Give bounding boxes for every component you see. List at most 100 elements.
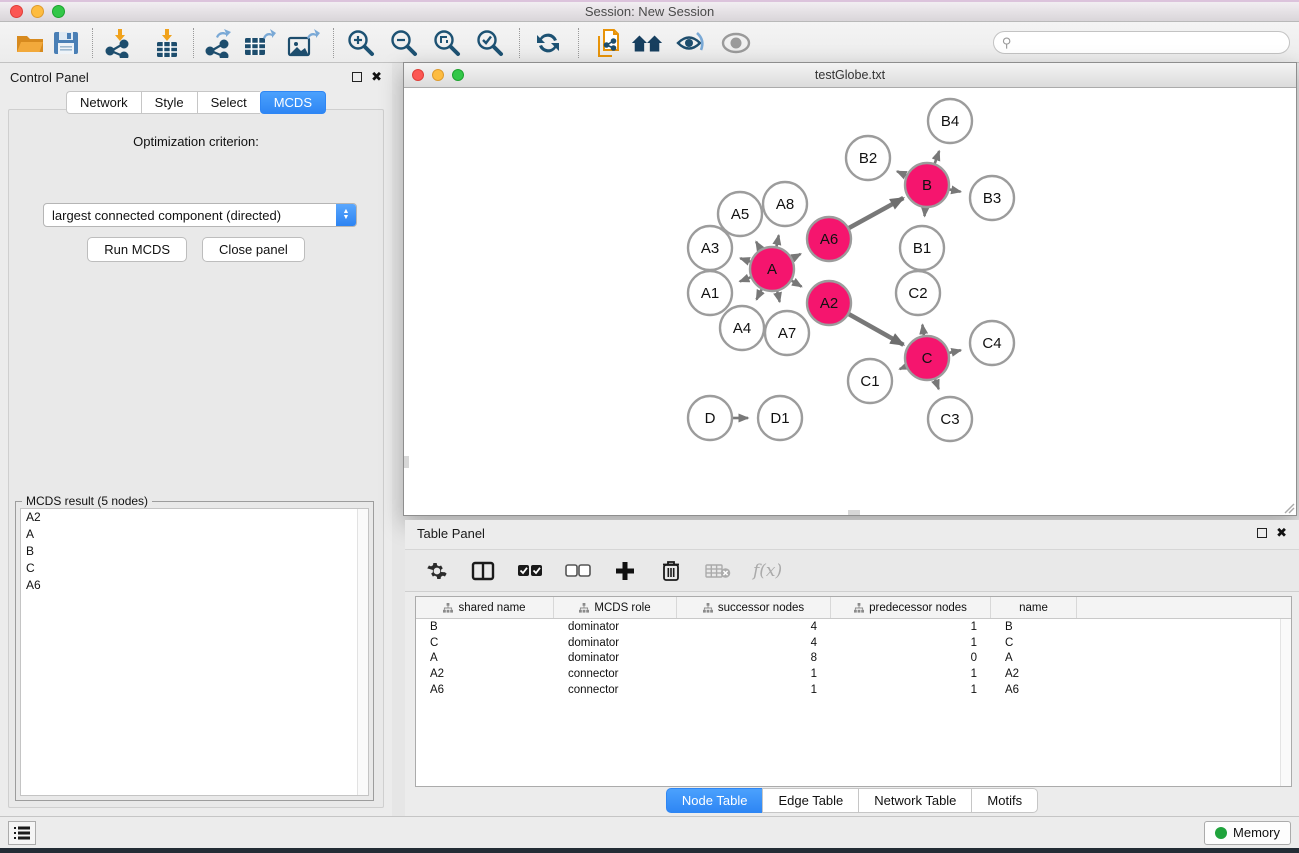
edge-A-A8[interactable] bbox=[776, 235, 778, 247]
table-cell[interactable]: B bbox=[991, 621, 1077, 633]
function-builder-button[interactable]: f(x) bbox=[753, 557, 782, 585]
export-table-button[interactable] bbox=[243, 27, 277, 59]
edge-A-A7[interactable] bbox=[777, 290, 780, 301]
edge-A-A1[interactable] bbox=[740, 277, 752, 282]
table-cell[interactable]: 8 bbox=[677, 652, 831, 664]
mcds-result-item[interactable]: B bbox=[21, 543, 368, 560]
edge-B-B2[interactable] bbox=[897, 171, 907, 176]
show-graphics-details-button[interactable] bbox=[719, 27, 753, 59]
table-cell[interactable]: 1 bbox=[677, 668, 831, 680]
node-C1[interactable]: C1 bbox=[848, 359, 892, 403]
refresh-button[interactable] bbox=[531, 27, 565, 59]
open-file-button[interactable] bbox=[13, 27, 47, 59]
table-cell[interactable]: A6 bbox=[991, 684, 1077, 696]
table-cell[interactable]: A2 bbox=[416, 668, 554, 680]
edge-B-B1[interactable] bbox=[925, 207, 926, 216]
memory-button[interactable]: Memory bbox=[1204, 821, 1291, 845]
search-input[interactable] bbox=[1012, 36, 1289, 50]
edge-B-B4[interactable] bbox=[934, 151, 939, 164]
table-row[interactable]: Bdominator41B bbox=[416, 619, 1291, 635]
zoom-fit-button[interactable] bbox=[430, 27, 464, 59]
table-cell[interactable]: A bbox=[416, 652, 554, 664]
delete-table-button[interactable] bbox=[705, 557, 731, 585]
table-cell[interactable]: A2 bbox=[991, 668, 1077, 680]
node-A4[interactable]: A4 bbox=[720, 306, 764, 350]
edge-B-B3[interactable] bbox=[949, 189, 961, 191]
node-A1[interactable]: A1 bbox=[688, 271, 732, 315]
edge-A-A2[interactable] bbox=[791, 280, 802, 286]
node-A5[interactable]: A5 bbox=[718, 192, 762, 236]
float-panel-icon[interactable] bbox=[352, 72, 362, 82]
mcds-result-item[interactable]: A6 bbox=[21, 577, 368, 594]
home-networks-button[interactable] bbox=[630, 27, 664, 59]
table-cell[interactable]: 4 bbox=[677, 621, 831, 633]
deselect-all-button[interactable] bbox=[565, 557, 591, 585]
table-cell[interactable]: connector bbox=[554, 668, 677, 680]
mcds-result-list[interactable]: A2ABCA6 bbox=[20, 508, 369, 796]
node-B[interactable]: B bbox=[905, 163, 949, 207]
tab-network-table[interactable]: Network Table bbox=[858, 788, 971, 813]
node-D1[interactable]: D1 bbox=[758, 396, 802, 440]
edge-A-A5[interactable] bbox=[756, 242, 761, 250]
table-scrollbar[interactable] bbox=[1280, 619, 1291, 786]
table-cell[interactable]: 1 bbox=[831, 637, 991, 649]
close-panel-icon[interactable]: ✖ bbox=[371, 72, 382, 82]
table-cell[interactable]: A bbox=[991, 652, 1077, 664]
node-C3[interactable]: C3 bbox=[928, 397, 972, 441]
node-B4[interactable]: B4 bbox=[928, 99, 972, 143]
clone-network-button[interactable] bbox=[592, 27, 626, 59]
zoom-selected-button[interactable] bbox=[473, 27, 507, 59]
node-C2[interactable]: C2 bbox=[896, 271, 940, 315]
table-cell[interactable]: 1 bbox=[831, 621, 991, 633]
edge-A6-B[interactable] bbox=[848, 198, 903, 228]
edge-A2-C[interactable] bbox=[848, 314, 903, 345]
tab-select[interactable]: Select bbox=[197, 91, 260, 114]
resize-grip-icon[interactable] bbox=[1283, 502, 1295, 514]
tab-node-table[interactable]: Node Table bbox=[666, 788, 763, 813]
table-cell[interactable]: C bbox=[416, 637, 554, 649]
close-table-panel-icon[interactable]: ✖ bbox=[1276, 528, 1287, 538]
node-C4[interactable]: C4 bbox=[970, 321, 1014, 365]
node-A7[interactable]: A7 bbox=[765, 311, 809, 355]
column-header-successor-nodes[interactable]: successor nodes bbox=[677, 597, 831, 618]
table-row[interactable]: Adominator80A bbox=[416, 650, 1291, 666]
tab-network[interactable]: Network bbox=[66, 91, 141, 114]
table-cell[interactable]: 1 bbox=[831, 684, 991, 696]
table-cell[interactable]: 0 bbox=[831, 652, 991, 664]
column-header-name[interactable]: name bbox=[991, 597, 1077, 618]
column-header-predecessor-nodes[interactable]: predecessor nodes bbox=[831, 597, 991, 618]
table-cell[interactable]: C bbox=[991, 637, 1077, 649]
tab-edge-table[interactable]: Edge Table bbox=[762, 788, 858, 813]
table-cell[interactable]: 1 bbox=[677, 684, 831, 696]
node-A3[interactable]: A3 bbox=[688, 226, 732, 270]
network-canvas[interactable]: A5A8A3A1A4A7AA6A2BB2B4B3B1CC2C4C1C3DD1 bbox=[404, 88, 1296, 515]
mcds-result-item[interactable]: A bbox=[21, 526, 368, 543]
import-table-button[interactable] bbox=[150, 27, 184, 59]
tab-mcds[interactable]: MCDS bbox=[260, 91, 326, 114]
table-cell[interactable]: connector bbox=[554, 684, 677, 696]
table-cell[interactable]: dominator bbox=[554, 652, 677, 664]
zoom-out-button[interactable] bbox=[387, 27, 421, 59]
network-window-titlebar[interactable]: testGlobe.txt bbox=[404, 63, 1296, 88]
mcds-result-item[interactable]: A2 bbox=[21, 509, 368, 526]
node-C[interactable]: C bbox=[905, 336, 949, 380]
node-A[interactable]: A bbox=[750, 247, 794, 291]
show-columns-button[interactable] bbox=[471, 557, 495, 585]
column-header-MCDS-role[interactable]: MCDS role bbox=[554, 597, 677, 618]
table-cell[interactable]: A6 bbox=[416, 684, 554, 696]
delete-column-button[interactable] bbox=[659, 557, 683, 585]
save-session-button[interactable] bbox=[49, 27, 83, 59]
node-B3[interactable]: B3 bbox=[970, 176, 1014, 220]
export-network-button[interactable] bbox=[201, 27, 235, 59]
edge-C-C3[interactable] bbox=[935, 379, 939, 389]
edge-C-C4[interactable] bbox=[948, 350, 960, 353]
edge-A-A6[interactable] bbox=[791, 254, 800, 259]
node-A8[interactable]: A8 bbox=[763, 182, 807, 226]
close-panel-button[interactable]: Close panel bbox=[202, 237, 305, 262]
hide-graphics-details-button[interactable] bbox=[674, 27, 708, 59]
float-table-panel-icon[interactable] bbox=[1257, 528, 1267, 538]
edge-A-A4[interactable] bbox=[757, 289, 763, 300]
edge-C-C2[interactable] bbox=[922, 325, 924, 337]
task-history-button[interactable] bbox=[8, 821, 36, 845]
node-D[interactable]: D bbox=[688, 396, 732, 440]
